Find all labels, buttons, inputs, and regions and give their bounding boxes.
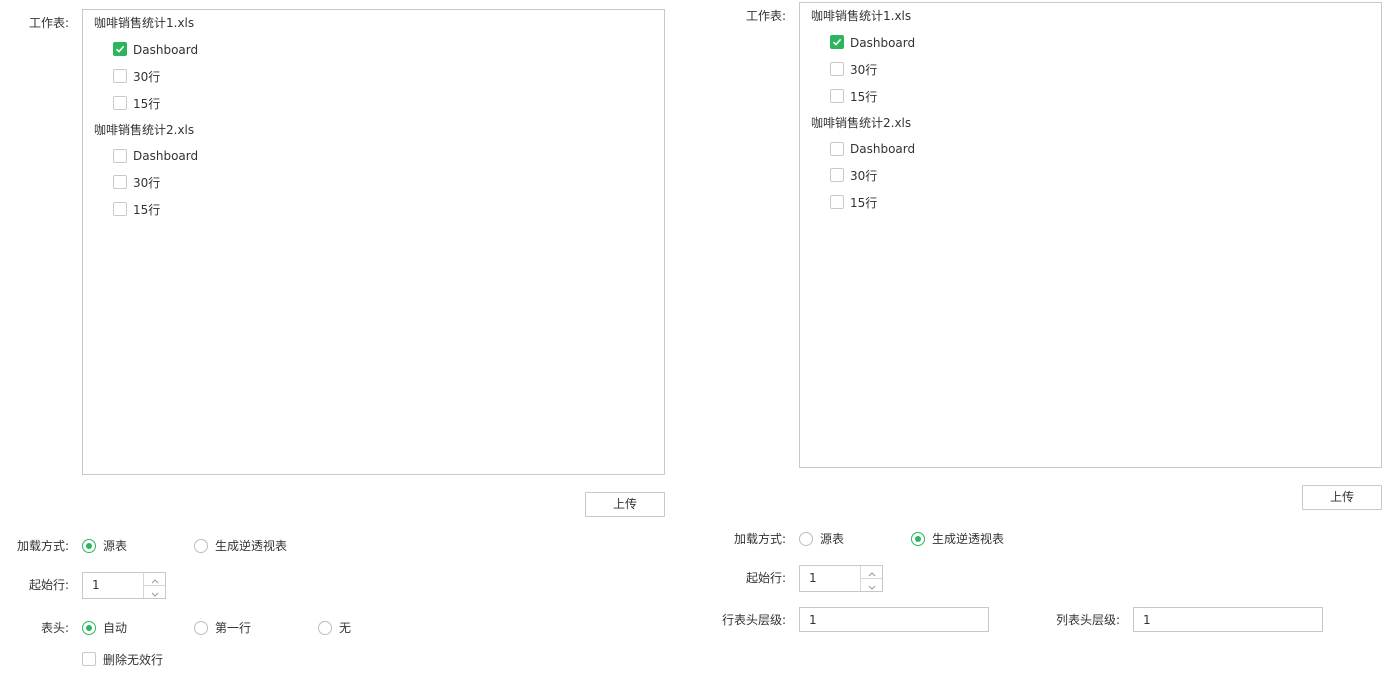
sheet-label: 30行 xyxy=(850,169,878,183)
header-first-row-label: 第一行 xyxy=(215,621,252,635)
header-auto-radio[interactable] xyxy=(82,621,96,635)
stepper-down-button[interactable] xyxy=(144,586,165,598)
check-icon xyxy=(832,38,842,46)
sheet-label: 30行 xyxy=(850,63,878,77)
delete-invalid-label: 删除无效行 xyxy=(103,653,164,667)
sheet-checkbox[interactable] xyxy=(830,168,844,182)
load-mode-unpivot-label: 生成逆透视表 xyxy=(932,532,1005,546)
sheet-label: Dashboard xyxy=(850,36,916,50)
worksheet-list[interactable]: 咖啡销售统计1.xls Dashboard 30行 15行 咖啡销售统计2.xl… xyxy=(799,2,1382,468)
stepper-up-button[interactable] xyxy=(861,566,882,579)
load-mode-label: 加载方式: xyxy=(16,539,69,553)
sheet-checkbox[interactable] xyxy=(830,89,844,103)
start-row-stepper[interactable]: 1 xyxy=(82,572,166,599)
sheet-label: Dashboard xyxy=(133,43,199,57)
header-label: 表头: xyxy=(40,621,69,635)
stepper-up-button[interactable] xyxy=(144,573,165,586)
start-row-value: 1 xyxy=(92,578,100,592)
sheet-label: 15行 xyxy=(850,90,878,104)
start-row-label: 起始行: xyxy=(745,571,786,585)
sheet-label: 30行 xyxy=(133,70,161,84)
start-row-label: 起始行: xyxy=(28,578,69,592)
chevron-up-icon xyxy=(868,572,875,577)
chevron-down-icon xyxy=(151,592,158,597)
load-mode-source-label: 源表 xyxy=(820,532,845,546)
sheet-checkbox[interactable] xyxy=(113,96,127,110)
start-row-stepper[interactable]: 1 xyxy=(799,565,883,592)
start-row-value: 1 xyxy=(809,571,817,585)
load-mode-source-radio[interactable] xyxy=(799,532,813,546)
load-mode-unpivot-radio[interactable] xyxy=(194,539,208,553)
chevron-up-icon xyxy=(151,579,158,584)
upload-button[interactable]: 上传 xyxy=(585,492,665,517)
sheet-label: 15行 xyxy=(850,196,878,210)
worksheet-label: 工作表: xyxy=(745,9,786,23)
sheet-checkbox[interactable] xyxy=(830,35,844,49)
sheet-checkbox[interactable] xyxy=(113,202,127,216)
sheet-checkbox[interactable] xyxy=(113,175,127,189)
load-mode-label: 加载方式: xyxy=(733,532,786,546)
sheet-label: 15行 xyxy=(133,203,161,217)
col-header-level-value: 1 xyxy=(1143,613,1151,627)
sheet-checkbox[interactable] xyxy=(113,42,127,56)
row-header-level-value: 1 xyxy=(809,613,817,627)
header-none-radio[interactable] xyxy=(318,621,332,635)
stepper-down-button[interactable] xyxy=(861,579,882,591)
delete-invalid-checkbox[interactable] xyxy=(82,652,96,666)
file-name: 咖啡销售统计2.xls xyxy=(811,116,912,130)
sheet-label: 30行 xyxy=(133,176,161,190)
file-name: 咖啡销售统计1.xls xyxy=(94,16,195,30)
sheet-checkbox[interactable] xyxy=(113,149,127,163)
chevron-down-icon xyxy=(868,585,875,590)
sheet-label: Dashboard xyxy=(133,149,199,163)
header-auto-label: 自动 xyxy=(103,621,128,635)
row-header-level-label: 行表头层级: xyxy=(721,613,786,627)
sheet-checkbox[interactable] xyxy=(830,62,844,76)
sheet-checkbox[interactable] xyxy=(830,195,844,209)
header-first-row-radio[interactable] xyxy=(194,621,208,635)
worksheet-list[interactable]: 咖啡销售统计1.xls Dashboard 30行 15行 咖啡销售统计2.xl… xyxy=(82,9,665,475)
load-mode-source-label: 源表 xyxy=(103,539,128,553)
header-none-label: 无 xyxy=(339,621,352,635)
load-mode-unpivot-label: 生成逆透视表 xyxy=(215,539,288,553)
sheet-checkbox[interactable] xyxy=(113,69,127,83)
load-mode-unpivot-radio[interactable] xyxy=(911,532,925,546)
file-name: 咖啡销售统计1.xls xyxy=(811,9,912,23)
row-header-level-input[interactable]: 1 xyxy=(799,607,989,632)
worksheet-label: 工作表: xyxy=(28,16,69,30)
sheet-label: 15行 xyxy=(133,97,161,111)
check-icon xyxy=(115,45,125,53)
sheet-checkbox[interactable] xyxy=(830,142,844,156)
file-name: 咖啡销售统计2.xls xyxy=(94,123,195,137)
col-header-level-input[interactable]: 1 xyxy=(1133,607,1323,632)
sheet-label: Dashboard xyxy=(850,142,916,156)
load-mode-source-radio[interactable] xyxy=(82,539,96,553)
col-header-level-label: 列表头层级: xyxy=(1055,613,1120,627)
upload-button[interactable]: 上传 xyxy=(1302,485,1382,510)
